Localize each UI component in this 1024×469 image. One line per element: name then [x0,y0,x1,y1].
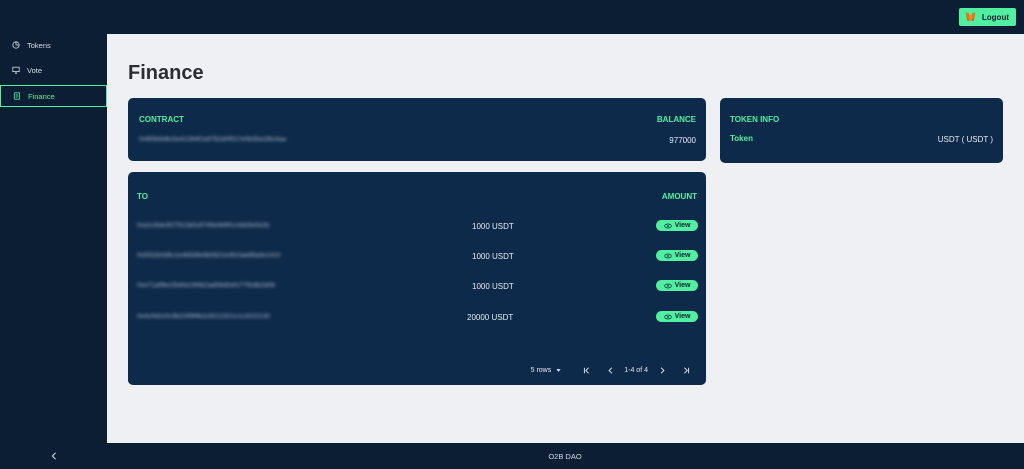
receipt-icon [14,92,20,100]
monitor-icon [12,66,20,74]
page-title: Finance [128,62,204,84]
recipient-address: 0xe71af9bc05d0e19f4b2ad58d0ef1779c8b2d0b [137,282,276,289]
balance-value: 977000 [669,136,696,145]
caret-down-icon [556,368,561,372]
logout-button[interactable]: Logout [958,8,1016,26]
next-page-button[interactable] [656,364,668,376]
footer: O2B DAO [0,443,1024,469]
sidebar-item-tokens[interactable]: Tokens [0,34,107,56]
view-button[interactable]: View [656,250,698,261]
column-header-amount: AMOUNT [661,192,697,201]
page-range: 1-4 of 4 [624,366,648,374]
view-button[interactable]: View [656,220,698,231]
pagination: 5 rows 1-4 of 4 [531,363,698,377]
transfer-amount: 20000 USDT [467,313,514,322]
sidebar-item-vote[interactable]: Vote [0,59,107,81]
contract-card: CONTRACT BALANCE 0x9f3b9d8c5e41264f2a978… [128,98,706,161]
previous-page-button[interactable] [604,364,616,376]
transfers-table: TO AMOUNT 0xa1c8de3f27912b0c8749e4b9f1c4… [128,172,706,385]
pie-chart-icon [12,41,20,49]
recipient-address: 0xa1c8de3f27912b0c8749e4b9f1c4de5e0e2b [137,222,270,229]
chevron-left-icon [608,366,612,374]
eye-icon [663,253,672,258]
rows-per-page-label: 5 rows [530,366,552,374]
sidebar-item-label: Vote [27,65,43,75]
first-page-button[interactable] [580,364,592,376]
top-bar: Logout [0,0,1024,34]
main-content: Finance CONTRACT BALANCE 0x9f3b9d8c5e412… [107,34,1024,443]
metamask-fox-icon [965,12,976,22]
contract-label: CONTRACT [139,115,184,124]
last-page-button[interactable] [680,364,692,376]
view-label: View [674,282,691,289]
recipient-address: 0x5f32b0d9c1e4b5d9e9b0821e3fc0ae89a3e141… [137,252,281,259]
sidebar-item-label: Finance [28,91,55,101]
view-label: View [674,252,691,259]
token-value: USDT ( USDT ) [937,135,993,144]
token-info-title: TOKEN INFO [730,115,780,124]
transfer-amount: 1000 USDT [472,252,514,261]
view-button[interactable]: View [656,311,698,322]
sidebar: Tokens Vote Finance [0,34,107,443]
token-label: Token [730,134,753,143]
recipient-address: 0x4c0d2c0c3b2299f4b2c9212321c1c3222130 [137,313,271,320]
column-header-to: TO [137,192,148,201]
rows-per-page-select[interactable]: 5 rows [531,367,563,374]
eye-icon [663,223,672,228]
eye-icon [663,283,672,288]
chevron-right-icon [660,366,665,374]
footer-brand: O2B DAO [548,452,582,461]
last-page-icon [683,366,689,374]
transfer-amount: 1000 USDT [472,282,514,291]
sidebar-item-label: Tokens [27,40,51,50]
eye-icon [663,314,672,319]
token-info-card: TOKEN INFO Token USDT ( USDT ) [720,98,1003,163]
logout-label: Logout [981,12,1009,22]
first-page-icon [583,366,589,374]
view-button[interactable]: View [656,280,698,291]
transfer-amount: 1000 USDT [472,222,514,231]
view-label: View [674,222,691,229]
view-label: View [674,313,691,320]
balance-label: BALANCE [656,115,696,124]
contract-address[interactable]: 0x9f3b9d8c5e41264f2a9782d0f517e0b35a1f6c… [139,136,286,143]
sidebar-item-finance[interactable]: Finance [0,85,107,107]
